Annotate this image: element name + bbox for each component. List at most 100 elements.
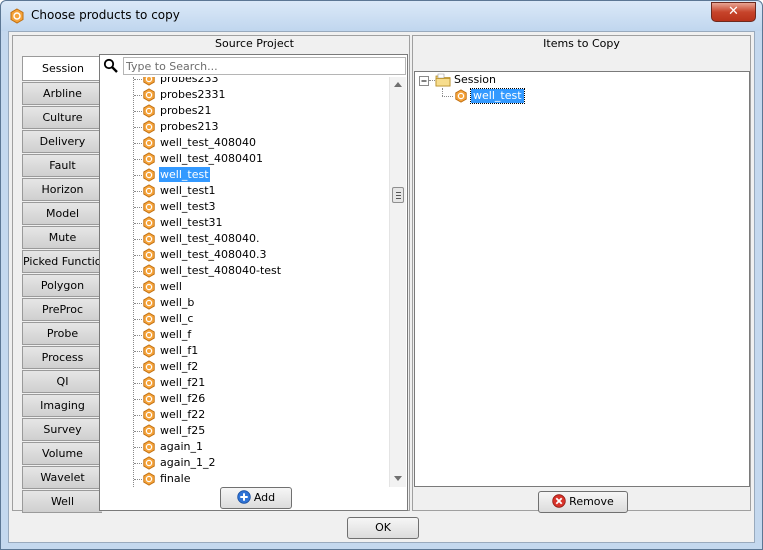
list-item[interactable]: probes233 — [101, 77, 389, 87]
list-item[interactable]: well_test_4080401 — [101, 151, 389, 167]
list-item[interactable]: probes21 — [101, 103, 389, 119]
list-item[interactable]: probes2331 — [101, 87, 389, 103]
list-item[interactable]: again_1_2 — [101, 455, 389, 471]
list-item[interactable]: well_test_408040 — [101, 135, 389, 151]
tree-connector — [134, 79, 142, 80]
session-node-label[interactable]: Session — [454, 73, 496, 87]
list-item-label: again_1 — [160, 440, 203, 453]
tab-arbline[interactable]: Arbline — [22, 82, 102, 105]
tab-qi[interactable]: QI — [22, 370, 102, 393]
window-title: Choose products to copy — [31, 8, 180, 22]
tab-imaging[interactable]: Imaging — [22, 394, 102, 417]
list-item-label: well — [160, 280, 182, 293]
list-item-label: well_test_4080401 — [160, 152, 263, 165]
tab-delivery[interactable]: Delivery — [22, 130, 102, 153]
product-icon — [142, 232, 156, 246]
category-tabs: Session Arbline Culture Delivery Fault Horizo… — [22, 56, 103, 514]
title-bar[interactable]: Choose products to copy ✕ — [1, 1, 762, 31]
list-item[interactable]: well_f — [101, 327, 389, 343]
list-item[interactable]: well_test31 — [101, 215, 389, 231]
dialog-window: Choose products to copy ✕ Source Project… — [0, 0, 763, 550]
tab-well[interactable]: Well — [22, 490, 102, 513]
list-item[interactable]: well_test_408040. — [101, 231, 389, 247]
scroll-thumb[interactable] — [392, 187, 404, 203]
list-item[interactable]: again_1 — [101, 439, 389, 455]
tree-connector — [134, 367, 142, 368]
list-item[interactable]: well_c — [101, 311, 389, 327]
list-item[interactable]: well_test_408040-test — [101, 263, 389, 279]
product-icon — [142, 264, 156, 278]
list-item[interactable]: well_b — [101, 295, 389, 311]
tab-probe[interactable]: Probe — [22, 322, 102, 345]
product-icon — [142, 472, 156, 486]
list-item[interactable]: well_test3 — [101, 199, 389, 215]
tab-volume[interactable]: Volume — [22, 442, 102, 465]
tab-process[interactable]: Process — [22, 346, 102, 369]
tree-connector — [134, 207, 142, 208]
list-item[interactable]: well_test1 — [101, 183, 389, 199]
tree-connector — [134, 463, 142, 464]
tab-survey[interactable]: Survey — [22, 418, 102, 441]
list-item[interactable]: well_test_408040.3 — [101, 247, 389, 263]
tab-horizon[interactable]: Horizon — [22, 178, 102, 201]
add-button[interactable]: Add — [220, 487, 292, 509]
search-input[interactable] — [123, 57, 406, 75]
list-item-label: well_test_408040.3 — [160, 248, 267, 261]
product-icon — [142, 344, 156, 358]
list-item[interactable]: well_f26 — [101, 391, 389, 407]
list-item-label: well_f25 — [160, 424, 206, 437]
list-item[interactable]: well_f2 — [101, 359, 389, 375]
product-icon — [142, 328, 156, 342]
product-icon — [142, 440, 156, 454]
search-icon — [103, 58, 118, 73]
add-label: Add — [253, 491, 276, 504]
tab-wavelet[interactable]: Wavelet — [22, 466, 102, 489]
copy-list-panel: Session well_test — [414, 71, 750, 487]
copy-item-well-test[interactable]: well_test — [470, 88, 525, 104]
tree-connector — [134, 127, 142, 128]
list-item[interactable]: well_f22 — [101, 407, 389, 423]
list-item-label: probes233 — [160, 77, 219, 85]
scroll-grip-line — [396, 198, 401, 199]
list-item[interactable]: well_f1 — [101, 343, 389, 359]
scroll-down-arrow[interactable] — [394, 476, 402, 481]
tab-polygon[interactable]: Polygon — [22, 274, 102, 297]
list-item-label: well_test_408040 — [160, 136, 256, 149]
list-item[interactable]: finale — [101, 471, 389, 487]
list-item[interactable]: probes213 — [101, 119, 389, 135]
tab-fault[interactable]: Fault — [22, 154, 102, 177]
list-item[interactable]: well — [101, 279, 389, 295]
product-icon — [142, 104, 156, 118]
product-icon — [142, 136, 156, 150]
product-icon — [142, 296, 156, 310]
tree-connector — [134, 175, 142, 176]
list-item-label: well_test3 — [160, 200, 216, 213]
product-icon — [142, 216, 156, 230]
list-item[interactable]: well_test — [101, 167, 389, 183]
list-item-label: well_f — [160, 328, 192, 341]
search-row — [101, 56, 406, 76]
tab-session[interactable]: Session — [22, 56, 103, 81]
list-item-label: probes2331 — [160, 88, 226, 101]
product-icon — [142, 168, 156, 182]
tab-mute[interactable]: Mute — [22, 226, 102, 249]
tree-connector — [134, 223, 142, 224]
product-icon — [142, 312, 156, 326]
remove-button[interactable]: Remove — [538, 491, 628, 513]
tree-connector — [134, 383, 142, 384]
tab-picked-function[interactable]: Picked Function — [22, 250, 102, 273]
tab-model[interactable]: Model — [22, 202, 102, 225]
tab-culture[interactable]: Culture — [22, 106, 102, 129]
list-item[interactable]: well_f25 — [101, 423, 389, 439]
list-item[interactable]: well_f21 — [101, 375, 389, 391]
ok-button[interactable]: OK — [347, 517, 419, 539]
vertical-scrollbar[interactable] — [389, 77, 406, 487]
product-icon — [142, 152, 156, 166]
close-button[interactable]: ✕ — [711, 2, 756, 22]
scroll-up-arrow[interactable] — [394, 82, 402, 87]
tab-preproc[interactable]: PreProc — [22, 298, 102, 321]
collapse-icon[interactable] — [419, 76, 429, 86]
list-item-label: probes213 — [160, 120, 219, 133]
list-item-label: well_f26 — [160, 392, 206, 405]
items-to-copy-group: Items to Copy Session well_test Remove — [412, 35, 751, 513]
